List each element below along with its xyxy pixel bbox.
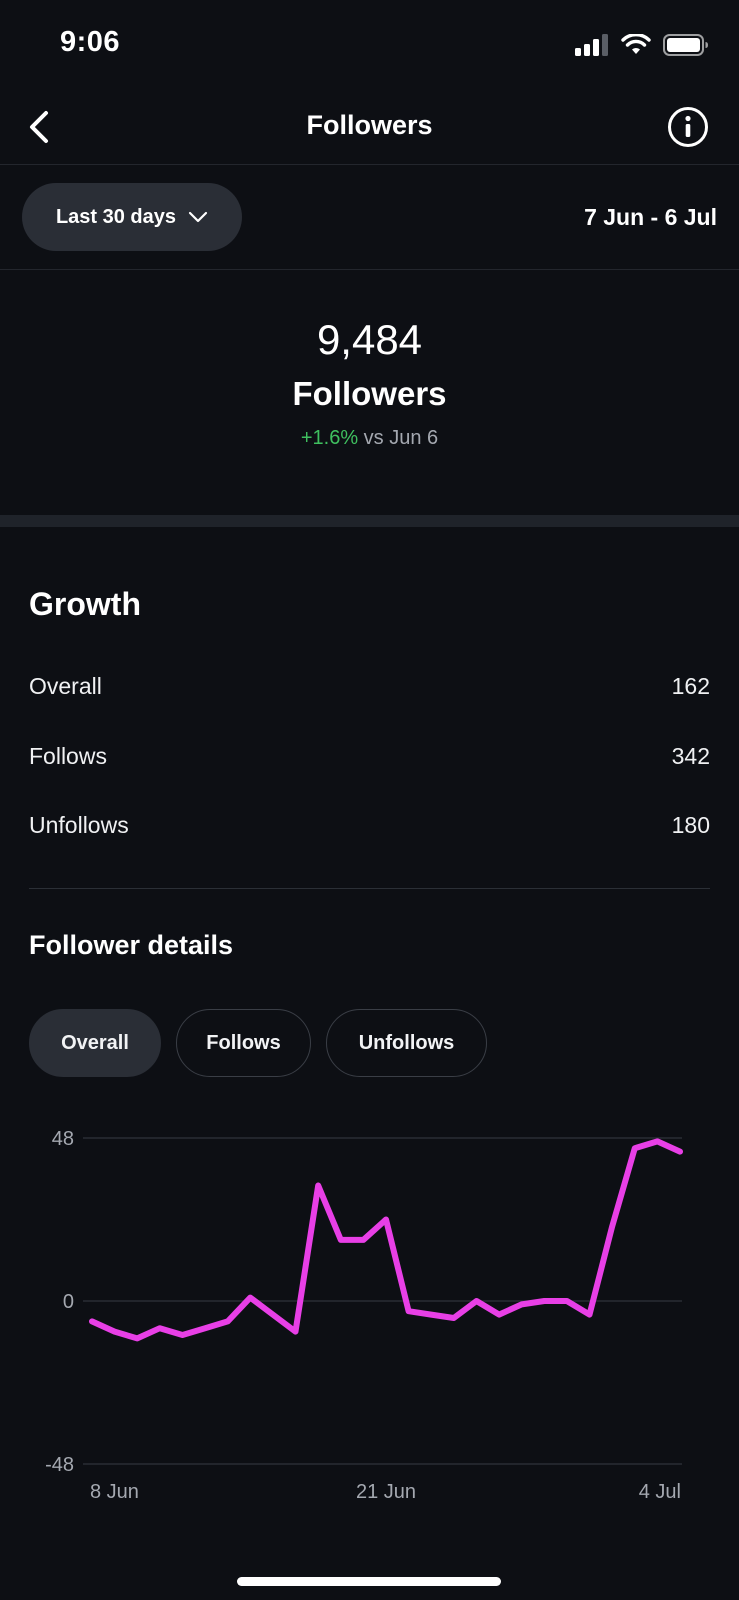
y-tick-label: 48: [52, 1128, 74, 1150]
growth-row-label: Follows: [29, 742, 107, 769]
x-tick-label: 4 Jul: [639, 1481, 681, 1503]
wifi-icon: [621, 34, 651, 54]
growth-row-value: 342: [671, 742, 710, 769]
followers-screen: 9:06 Followers Last 30 days 7 Jun - 6 Ju…: [0, 0, 739, 1600]
tab-follows[interactable]: Follows: [176, 1009, 311, 1077]
page-title: Followers: [306, 110, 433, 140]
status-bar: 9:06: [0, 0, 739, 90]
follower-details-tabs: Overall Follows Unfollows: [29, 1009, 487, 1077]
change-percent: +1.6%: [300, 427, 359, 449]
growth-divider: [29, 888, 710, 889]
status-time: 9:06: [60, 26, 121, 58]
battery-icon: [663, 34, 708, 56]
y-tick-label: -48: [45, 1454, 74, 1476]
followers-count: 9,484: [316, 316, 423, 363]
home-indicator[interactable]: [237, 1577, 501, 1586]
x-tick-label: 8 Jun: [90, 1481, 139, 1503]
followers-summary: 9,484 Followers +1.6% vs Jun 6: [0, 271, 739, 515]
growth-row-unfollows: Unfollows 180: [29, 805, 710, 845]
date-range-bar: Last 30 days 7 Jun - 6 Jul: [0, 166, 739, 270]
info-button[interactable]: [663, 102, 713, 152]
growth-title: Growth: [29, 586, 141, 622]
cellular-signal-icon: [575, 34, 608, 56]
growth-row-overall: Overall 162: [29, 666, 710, 706]
section-divider: [0, 515, 739, 527]
tab-overall[interactable]: Overall: [29, 1009, 161, 1077]
y-tick-label: 0: [63, 1291, 74, 1313]
growth-row-follows: Follows 342: [29, 736, 710, 776]
range-dropdown[interactable]: Last 30 days: [22, 183, 242, 251]
followers-label: Followers: [292, 375, 447, 412]
tab-unfollows[interactable]: Unfollows: [326, 1009, 487, 1077]
x-tick-label: 21 Jun: [356, 1481, 416, 1503]
follower-details-title: Follower details: [29, 930, 234, 960]
range-dropdown-label: Last 30 days: [55, 205, 177, 228]
overall-series-line: [89, 1138, 683, 1342]
growth-row-label: Unfollows: [29, 811, 129, 838]
follower-chart: 48 0 -48 8 Jun 21 Jun 4 Jul: [0, 1120, 739, 1520]
status-icons: [575, 32, 709, 58]
growth-row-value: 180: [671, 811, 710, 838]
growth-row-value: 162: [671, 672, 710, 699]
date-range-text: 7 Jun - 6 Jul: [584, 204, 717, 230]
chevron-down-icon: [188, 211, 208, 223]
change-context: vs Jun 6: [363, 427, 439, 449]
info-icon: [668, 107, 708, 147]
follower-line-chart: 48 0 -48 8 Jun 21 Jun 4 Jul: [45, 1128, 683, 1503]
followers-change: +1.6% vs Jun 6: [0, 427, 739, 450]
navigation-bar: Followers: [0, 90, 739, 165]
growth-row-label: Overall: [29, 672, 102, 699]
